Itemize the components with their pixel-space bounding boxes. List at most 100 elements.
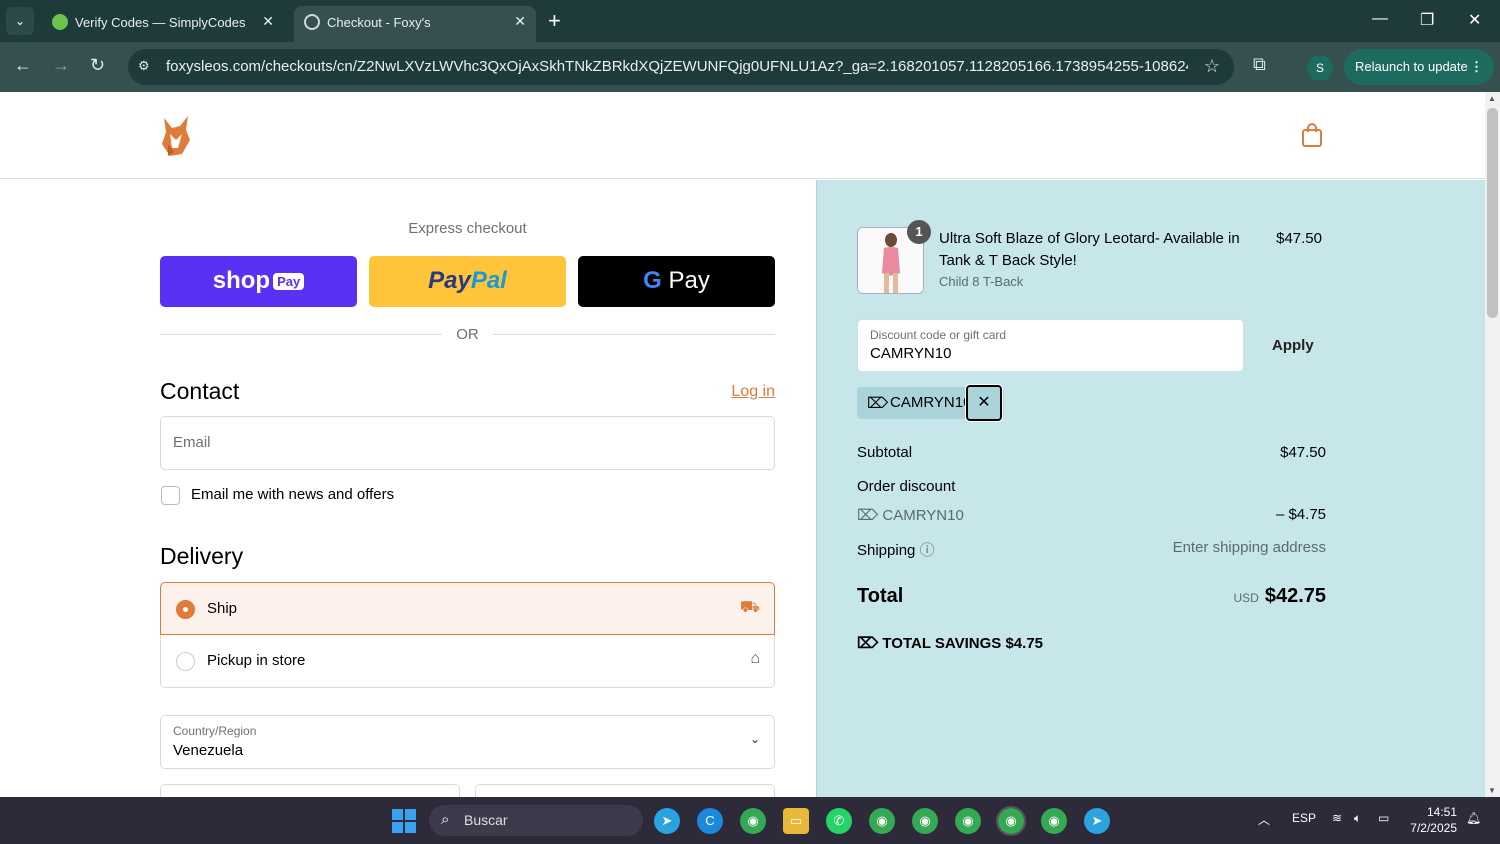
taskbar-search-placeholder: Buscar — [464, 812, 508, 828]
paypal-logo-icon: PayPal — [428, 267, 507, 294]
total-row: Total USD $42.75 — [857, 585, 1326, 608]
scroll-down-icon[interactable]: ▼ — [1488, 786, 1496, 795]
app-c-icon[interactable]: C — [697, 808, 723, 834]
forward-icon[interactable]: → — [52, 55, 70, 76]
battery-icon[interactable]: ▭ — [1378, 811, 1389, 825]
profile-avatar[interactable]: S — [1307, 55, 1333, 81]
close-window-icon[interactable]: ✕ — [1468, 10, 1481, 30]
windows-start-icon[interactable] — [392, 809, 416, 833]
restore-icon[interactable]: ❐ — [1420, 10, 1434, 30]
chevron-down-icon: ⌄ — [749, 732, 760, 746]
product-name: Ultra Soft Blaze of Glory Leotard- Avail… — [939, 230, 1240, 269]
discount-label: Discount code or gift card — [870, 328, 1007, 342]
chrome-active-icon[interactable]: ◉ — [996, 806, 1026, 836]
menu-dots-icon[interactable]: ⋮ — [1470, 49, 1483, 85]
scroll-up-icon[interactable]: ▲ — [1488, 94, 1496, 103]
taskbar-search[interactable]: ⌕ Buscar — [429, 805, 643, 836]
close-tab-icon[interactable]: ✕ — [262, 13, 274, 30]
scrollbar-thumb[interactable] — [1487, 108, 1498, 318]
discount-code-row: ⌦ CAMRYN10 – $4.75 — [857, 506, 1326, 524]
applied-discount-tag: ⌦ CAMRYN10 ✕ — [857, 384, 1004, 422]
browser-toolbar: ← → ↻ ⚙ foxysleos.com/checkouts/cn/Z2NwL… — [0, 42, 1500, 92]
extensions-icon[interactable]: ⧉ — [1253, 54, 1266, 75]
login-link[interactable]: Log in — [731, 383, 775, 401]
minimize-icon[interactable]: — — [1372, 10, 1388, 28]
tag-icon: ⌦ — [857, 635, 883, 652]
address-bar[interactable]: ⚙ foxysleos.com/checkouts/cn/Z2NwLXVzLWV… — [128, 49, 1234, 85]
store-header — [0, 92, 1485, 179]
date: 7/2/2025 — [1410, 821, 1457, 835]
page-scrollbar[interactable]: ▲ ▼ — [1485, 92, 1500, 797]
news-checkbox[interactable] — [161, 486, 180, 505]
tab-checkout[interactable]: Checkout - Foxy's ✕ — [294, 6, 536, 42]
new-tab-button[interactable]: + — [548, 8, 561, 34]
cart-bag-icon[interactable] — [1300, 122, 1324, 148]
help-circle-icon[interactable]: ⓘ — [920, 542, 935, 559]
product-variant: Child 8 T-Back — [939, 274, 1024, 289]
news-checkbox-label: Email me with news and offers — [191, 486, 395, 503]
total-label: Total — [857, 585, 904, 607]
wifi-icon[interactable]: ≋ — [1332, 811, 1342, 825]
tag-icon: ⌦ — [867, 395, 889, 412]
chrome-profile-icon[interactable]: ◉ — [912, 808, 938, 834]
currency-code: USD — [1233, 591, 1259, 605]
quantity-badge: 1 — [907, 220, 931, 244]
google-pay-button[interactable]: G Pay — [578, 256, 775, 307]
chrome-profile-icon[interactable]: ◉ — [1041, 808, 1067, 834]
delivery-heading: Delivery — [160, 543, 244, 569]
chevron-up-icon[interactable]: ︿ — [1258, 811, 1270, 828]
discount-code-label: CAMRYN10 — [882, 507, 964, 524]
volume-icon[interactable]: 🔈︎ — [1354, 811, 1361, 826]
google-pay-logo-icon: G Pay — [643, 267, 710, 294]
tag-icon: ⌦ — [857, 507, 883, 524]
relaunch-button[interactable]: Relaunch to update ⋮ — [1344, 49, 1494, 85]
last-name-field[interactable] — [475, 784, 775, 797]
shop-pay-logo-icon: shop Pay — [160, 267, 357, 295]
total-value: $42.75 — [1264, 585, 1326, 607]
chrome-icon[interactable]: ◉ — [740, 808, 766, 834]
reload-icon[interactable]: ↻ — [90, 55, 105, 76]
discount-value[interactable]: CAMRYN10 — [870, 345, 951, 362]
country-select[interactable]: Country/Region Venezuela ⌄ — [160, 715, 775, 769]
telegram-icon[interactable]: ➤ — [654, 808, 680, 834]
chrome-profile-icon[interactable]: ◉ — [869, 808, 895, 834]
ship-radio[interactable] — [176, 600, 195, 619]
language-indicator[interactable]: ESP — [1292, 811, 1316, 825]
ship-label: Ship — [207, 600, 238, 617]
shipping-value: Enter shipping address — [1172, 539, 1326, 556]
pickup-radio[interactable] — [176, 652, 195, 671]
fox-logo-icon[interactable] — [158, 114, 194, 158]
back-icon[interactable]: ← — [14, 55, 32, 76]
discount-code-input[interactable]: Discount code or gift card CAMRYN10 — [857, 319, 1244, 372]
ship-option[interactable]: Ship ⛟ — [160, 582, 775, 635]
notification-bell-icon[interactable]: 🔔︎ — [1466, 811, 1481, 825]
paypal-button[interactable]: PayPal — [369, 256, 566, 307]
email-field[interactable]: Email — [160, 416, 775, 470]
tab-simplycodes[interactable]: Verify Codes — SimplyCodes ✕ — [42, 6, 284, 42]
close-tab-icon[interactable]: ✕ — [514, 13, 526, 30]
tab-search-button[interactable]: ⌄ — [6, 7, 34, 35]
file-explorer-icon[interactable]: ▭ — [783, 808, 809, 834]
apply-button[interactable]: Apply — [1272, 337, 1314, 354]
checkout-page: Express checkout shop Pay PayPal G Pay OR… — [0, 92, 1485, 797]
whatsapp-icon[interactable]: ✆ — [826, 808, 852, 834]
chrome-profile-icon[interactable]: ◉ — [955, 808, 981, 834]
first-name-field[interactable] — [160, 784, 460, 797]
tab-bar: ⌄ Verify Codes — SimplyCodes ✕ Checkout … — [0, 0, 1500, 42]
telegram-icon[interactable]: ➤ — [1084, 808, 1110, 834]
subtotal-label: Subtotal — [857, 444, 913, 461]
savings-value: $4.75 — [1005, 635, 1044, 652]
bookmark-star-icon[interactable]: ☆ — [1204, 56, 1220, 77]
url-text[interactable]: foxysleos.com/checkouts/cn/Z2NwLXVzLWVhc… — [166, 58, 1188, 75]
shop-pay-button[interactable]: shop Pay — [160, 256, 357, 307]
remove-discount-button[interactable]: ✕ — [965, 384, 1003, 422]
globe-icon — [304, 14, 320, 30]
savings-label: TOTAL SAVINGS — [882, 635, 1002, 652]
site-info-icon[interactable]: ⚙ — [138, 58, 150, 74]
express-checkout-title: Express checkout — [408, 220, 527, 237]
search-icon: ⌕ — [441, 811, 450, 828]
time: 14:51 — [1426, 805, 1457, 819]
clock[interactable]: 14:51 7/2/2025 — [1405, 804, 1457, 836]
subtotal-row: Subtotal $47.50 — [857, 444, 1326, 461]
pickup-option[interactable]: Pickup in store ⌂ — [160, 635, 775, 688]
